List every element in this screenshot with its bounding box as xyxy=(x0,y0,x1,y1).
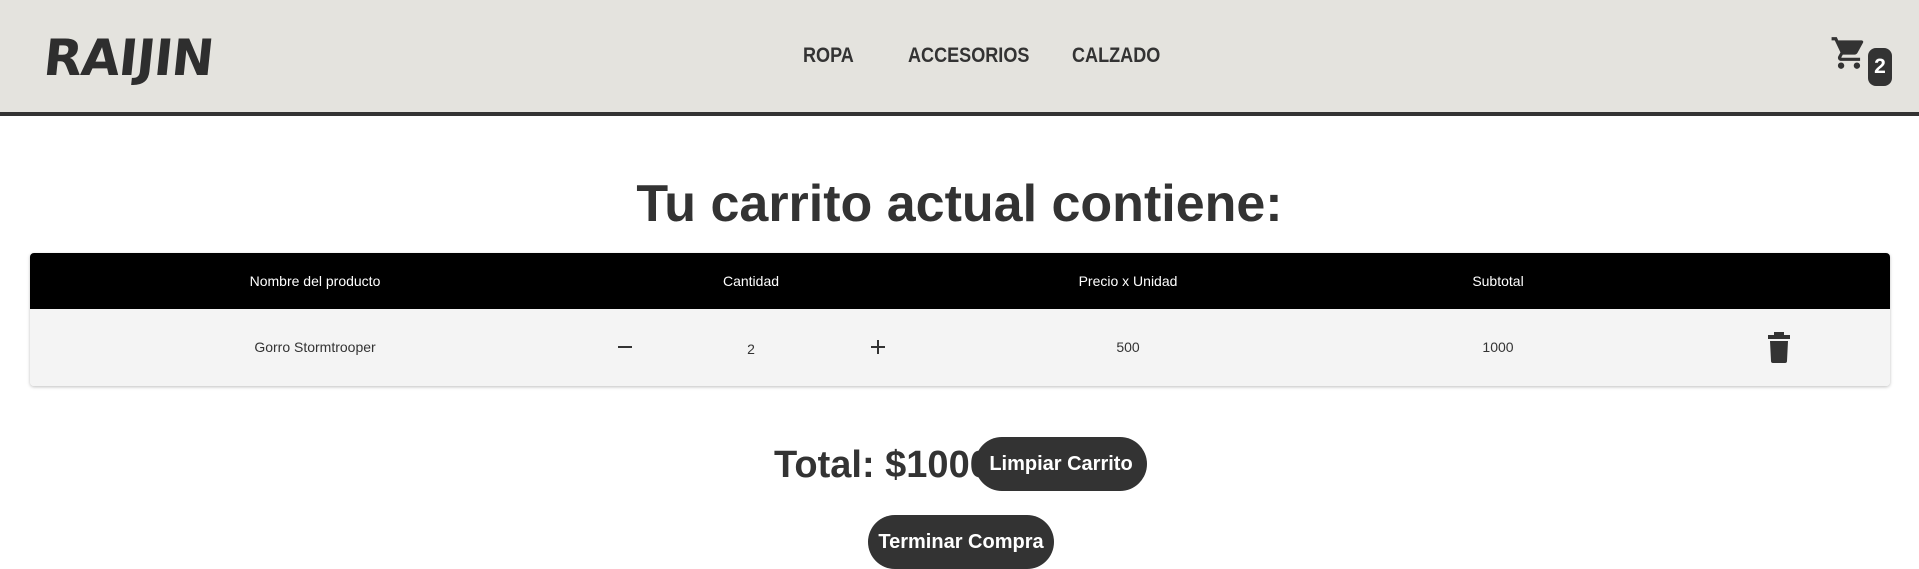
finish-purchase-button[interactable]: Terminar Compra xyxy=(868,515,1054,569)
plus-icon[interactable] xyxy=(866,335,890,359)
column-header-unit-price: Precio x Unidad xyxy=(1078,273,1178,289)
column-header-quantity: Cantidad xyxy=(722,273,780,289)
product-name: Gorro Stormtrooper xyxy=(254,339,376,355)
quantity-value: 2 xyxy=(747,341,755,357)
table-row: Gorro Stormtrooper 2 500 1000 xyxy=(30,309,1890,386)
minus-icon[interactable] xyxy=(613,335,637,359)
cart-table: Nombre del producto Cantidad Precio x Un… xyxy=(30,253,1890,386)
page-title: Tu carrito actual contiene: xyxy=(636,175,1283,233)
cart-count-badge: 2 xyxy=(1868,48,1892,86)
column-header-subtotal: Subtotal xyxy=(1472,273,1524,289)
cart-widget[interactable]: 2 xyxy=(1826,34,1894,86)
nav-link-calzado[interactable]: CALZADO xyxy=(1072,44,1160,68)
cart-total: Total: $1000 xyxy=(774,444,991,486)
unit-price: 500 xyxy=(1116,339,1140,355)
clear-cart-button[interactable]: Limpiar Carrito xyxy=(975,437,1147,491)
nav-link-accesorios[interactable]: ACCESORIOS xyxy=(908,44,1029,68)
nav-link-ropa[interactable]: ROPA xyxy=(803,44,854,68)
table-header: Nombre del producto Cantidad Precio x Un… xyxy=(30,253,1890,309)
shopping-cart-icon[interactable] xyxy=(1830,34,1868,72)
subtotal-value: 1000 xyxy=(1482,339,1514,355)
column-header-product: Nombre del producto xyxy=(249,273,381,289)
brand-logo[interactable]: RAIJIN xyxy=(40,18,217,98)
trash-icon[interactable] xyxy=(1767,331,1791,363)
navbar: RAIJIN ROPA ACCESORIOS CALZADO 2 xyxy=(0,0,1919,116)
